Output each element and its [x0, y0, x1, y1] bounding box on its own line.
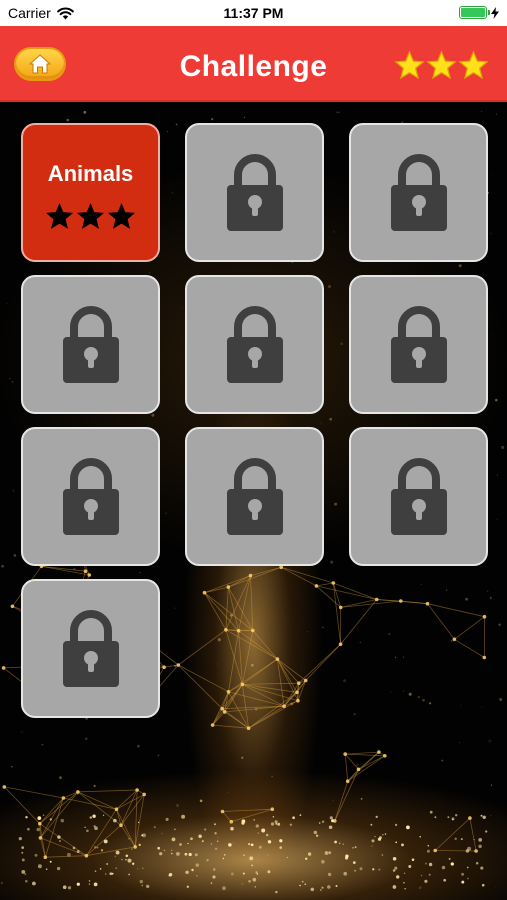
status-bar: Carrier 11:37 PM [0, 0, 507, 26]
lock-icon [62, 305, 119, 383]
lock-icon [226, 457, 283, 535]
star-icon [107, 202, 136, 229]
star-icon [45, 202, 74, 229]
battery-icon [459, 6, 490, 19]
lock-icon [390, 305, 447, 383]
level-name: Animals [47, 161, 134, 186]
lock-icon [62, 457, 119, 535]
star-icon [426, 50, 457, 80]
status-time: 11:37 PM [223, 5, 284, 21]
charging-bolt-icon [491, 6, 499, 19]
status-right [459, 6, 499, 19]
level-stars-rating [44, 201, 137, 232]
lock-icon [226, 305, 283, 383]
star-icon [76, 202, 105, 229]
star-icon [458, 50, 489, 80]
lock-icon [226, 153, 283, 231]
level-tile-locked[interactable] [349, 427, 488, 566]
level-tile-locked[interactable] [21, 579, 160, 718]
level-tile-locked[interactable] [185, 123, 324, 262]
level-tile-locked[interactable] [349, 123, 488, 262]
level-tile-locked[interactable] [185, 275, 324, 414]
header-bar: Challenge [0, 26, 507, 102]
level-tile-locked[interactable] [21, 427, 160, 566]
level-tile-locked[interactable] [21, 275, 160, 414]
total-stars-rating [394, 50, 489, 81]
lock-icon [390, 153, 447, 231]
level-tile-locked[interactable] [185, 427, 324, 566]
level-tile-animals[interactable]: Animals [21, 123, 160, 262]
lock-icon [62, 609, 119, 687]
challenge-screen: Carrier 11:37 PM Challenge Animals [0, 0, 507, 900]
level-tile-locked[interactable] [349, 275, 488, 414]
lock-icon [390, 457, 447, 535]
star-icon [394, 50, 425, 80]
